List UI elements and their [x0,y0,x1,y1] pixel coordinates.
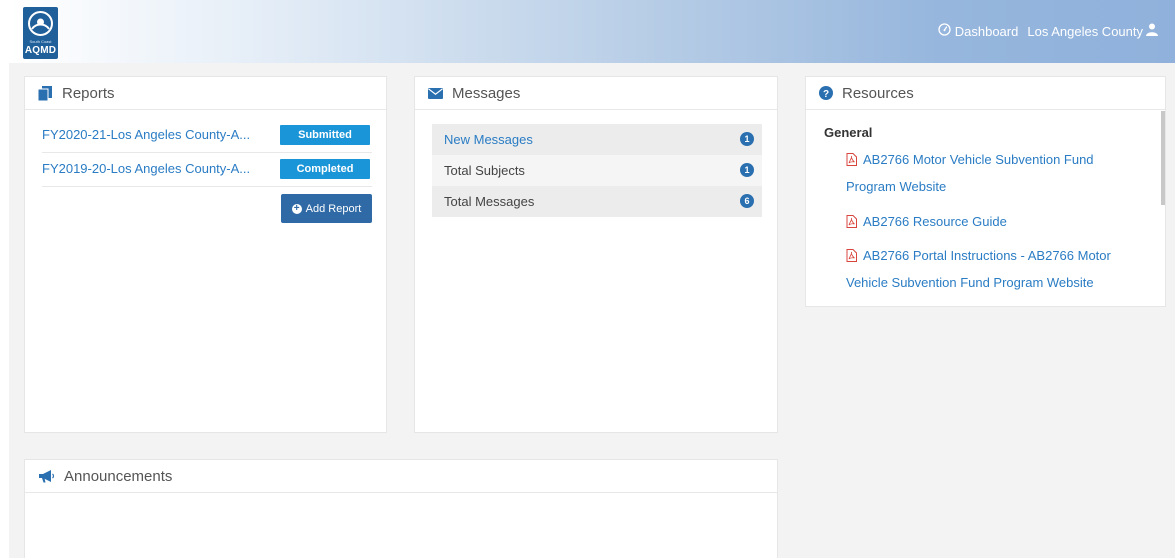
messages-title: Messages [452,84,521,102]
message-row-total[interactable]: Total Messages 6 [432,186,762,217]
dashboard-icon [938,23,951,39]
reports-icon [38,85,53,101]
resource-link[interactable]: AB2766 Motor Vehicle Subvention Fund Pro… [846,147,1126,199]
dashboard-link[interactable]: Dashboard [955,24,1019,39]
count-badge: 1 [740,132,754,146]
reports-title: Reports [62,84,115,102]
resource-link[interactable]: AB2766 Portal Instructions - AB2766 Moto… [846,243,1126,295]
message-row-label: Total Subjects [444,163,525,178]
pdf-icon [846,245,857,270]
announcements-header: Announcements [25,460,777,493]
message-row-new[interactable]: New Messages 1 [432,124,762,155]
resource-link[interactable]: AB2766 Resource Guide [846,209,1126,236]
count-badge: 1 [740,163,754,177]
announcements-panel: Announcements [24,459,778,558]
top-header: South Coast AQMD Dashboard Los Angeles C… [9,0,1175,63]
resource-link-text: AB2766 Resource Guide [863,214,1007,229]
megaphone-icon [38,469,55,483]
message-row-label: Total Messages [444,194,535,209]
resource-link-text: AB2766 Portal Instructions - AB2766 Moto… [846,248,1111,290]
report-link[interactable]: FY2019-20-Los Angeles County-A... [42,161,250,176]
top-nav: Dashboard Los Angeles County [938,23,1158,39]
resources-panel: ? Resources General AB2766 Motor Vehicle… [805,76,1166,307]
logo-subtext: South Coast [29,39,52,44]
report-row: FY2019-20-Los Angeles County-A... Comple… [42,153,372,187]
message-row-label: New Messages [444,132,533,147]
pdf-icon [846,149,857,174]
logo-emblem-icon [28,11,53,36]
logo-text: AQMD [24,45,57,56]
add-report-button[interactable]: + Add Report [281,194,372,223]
add-report-label: Add Report [305,202,362,215]
plus-icon: + [291,203,302,214]
resources-scrollbar[interactable] [1161,111,1165,205]
resources-section-title: General [824,125,873,140]
resources-title: Resources [842,84,914,102]
help-icon: ? [819,86,833,100]
count-badge: 6 [740,194,754,208]
reports-panel: Reports FY2020-21-Los Angeles County-A..… [24,76,387,433]
envelope-icon [428,87,443,99]
messages-panel: Messages New Messages 1 Total Subjects 1… [414,76,778,433]
reports-header: Reports [25,77,386,110]
aqmd-logo[interactable]: South Coast AQMD [23,7,58,59]
user-name-link[interactable]: Los Angeles County [1027,24,1143,39]
announcements-title: Announcements [64,467,173,485]
pdf-icon [846,211,857,236]
resource-link-text: AB2766 Motor Vehicle Subvention Fund Pro… [846,152,1094,194]
status-badge[interactable]: Submitted [280,125,370,145]
svg-text:?: ? [823,89,829,100]
report-row: FY2020-21-Los Angeles County-A... Submit… [42,119,372,153]
status-badge[interactable]: Completed [280,159,370,179]
resources-header: ? Resources [806,77,1165,110]
messages-header: Messages [415,77,777,110]
page-edge [0,0,9,558]
report-link[interactable]: FY2020-21-Los Angeles County-A... [42,127,250,142]
message-row-subjects[interactable]: Total Subjects 1 [432,155,762,186]
user-icon[interactable] [1146,23,1158,39]
